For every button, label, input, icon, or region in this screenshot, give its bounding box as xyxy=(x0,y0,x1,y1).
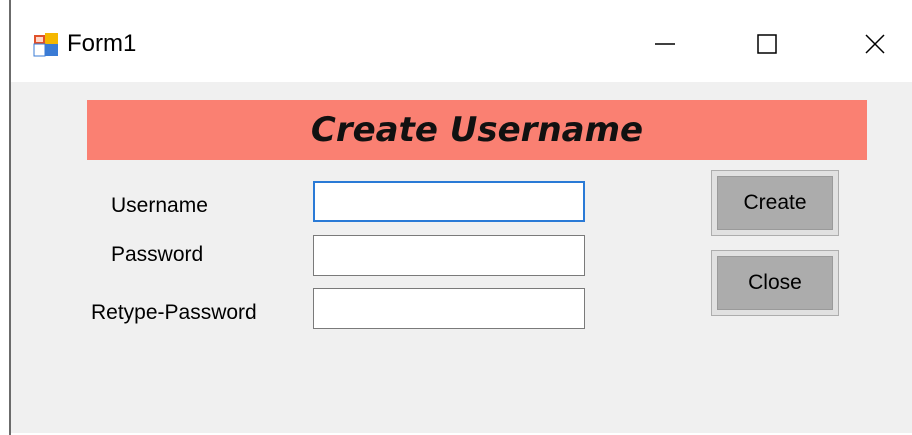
close-icon xyxy=(865,34,885,54)
banner-title: Create Username xyxy=(310,110,644,150)
close-window-button[interactable] xyxy=(847,22,903,66)
password-input[interactable] xyxy=(313,235,585,276)
create-button-label: Create xyxy=(717,176,833,230)
close-button-label: Close xyxy=(717,256,833,310)
retype-password-label: Retype-Password xyxy=(91,301,257,324)
create-username-banner: Create Username xyxy=(87,100,867,160)
maximize-icon xyxy=(757,34,777,54)
create-button[interactable]: Create xyxy=(711,170,839,236)
username-input[interactable] xyxy=(313,181,585,222)
retype-password-input[interactable] xyxy=(313,288,585,329)
maximize-button[interactable] xyxy=(739,22,795,66)
minimize-button[interactable] xyxy=(637,22,693,66)
form-client-area: Create Username Username Password Retype… xyxy=(11,82,912,433)
title-bar[interactable]: Form1 xyxy=(11,0,912,82)
username-label: Username xyxy=(111,194,208,217)
window-title: Form1 xyxy=(67,30,137,57)
close-button[interactable]: Close xyxy=(711,250,839,316)
minimize-icon xyxy=(655,43,675,45)
form1-window: Form1 Create Username Username Password … xyxy=(0,0,912,435)
winforms-app-icon xyxy=(33,33,58,57)
password-label: Password xyxy=(111,243,204,266)
